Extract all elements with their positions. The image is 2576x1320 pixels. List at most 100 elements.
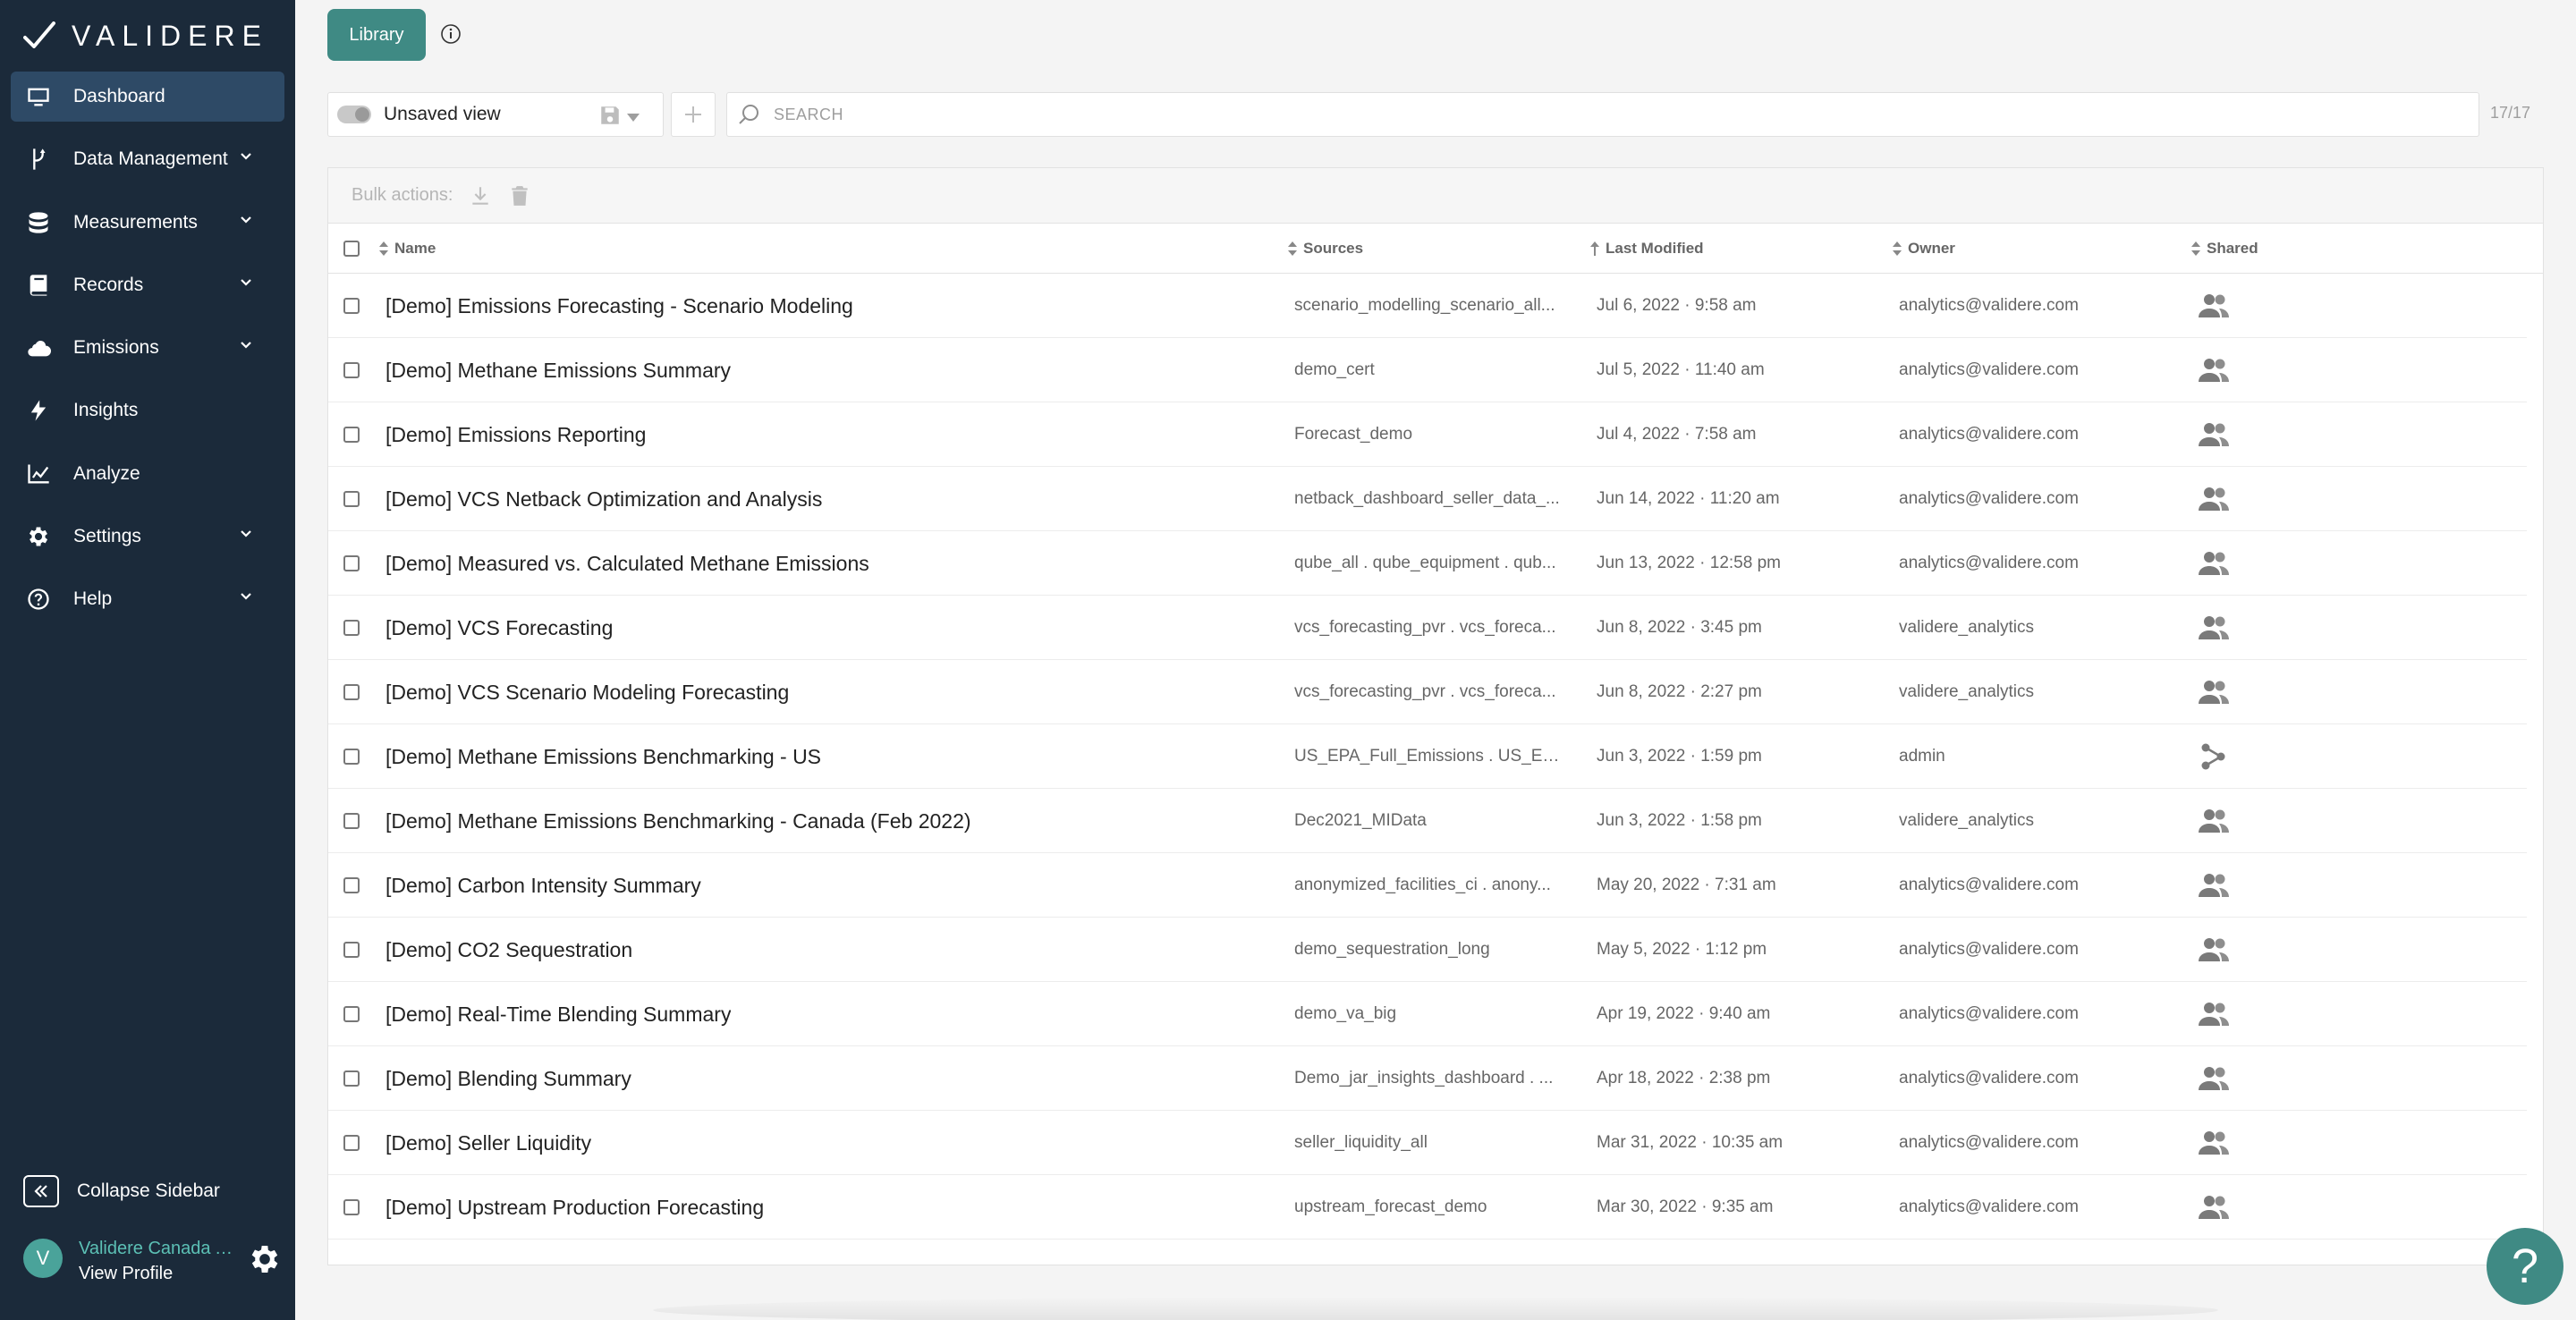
group-icon[interactable]: [2198, 1175, 2230, 1240]
view-profile-link[interactable]: View Profile: [79, 1264, 173, 1284]
help-fab-button[interactable]: ?: [2487, 1228, 2563, 1305]
group-icon[interactable]: [2198, 1111, 2230, 1175]
row-checkbox[interactable]: [343, 853, 360, 918]
row-name[interactable]: [Demo] Methane Emissions Benchmarking - …: [386, 724, 821, 789]
save-icon[interactable]: [598, 104, 622, 127]
group-icon[interactable]: [2198, 596, 2230, 660]
row-last-modified: Apr 19, 2022 · 9:40 am: [1597, 1004, 1771, 1023]
group-icon[interactable]: [2198, 853, 2230, 918]
row-checkbox[interactable]: [343, 402, 360, 467]
table-row[interactable]: [Demo] VCS Forecasting vcs_forecasting_pv…: [328, 596, 2527, 660]
table-row[interactable]: [Demo] Methane Emissions Summary demo_cer…: [328, 338, 2527, 402]
row-checkbox[interactable]: [343, 918, 360, 982]
row-name[interactable]: [Demo] Emissions Forecasting - Scenario …: [386, 274, 853, 338]
sidebar-item-help[interactable]: Help: [11, 574, 284, 624]
select-all-checkbox[interactable]: [343, 224, 360, 274]
view-toggle[interactable]: [337, 106, 371, 123]
column-header-owner[interactable]: Owner: [1892, 224, 1955, 274]
table-row[interactable]: [Demo] CO2 Sequestration demo_sequestrati…: [328, 918, 2527, 982]
row-name[interactable]: [Demo] Carbon Intensity Summary: [386, 853, 701, 918]
library-button[interactable]: Library: [327, 9, 426, 61]
group-icon[interactable]: [2198, 1046, 2230, 1111]
table-row[interactable]: [Demo] Methane Emissions Benchmarking - …: [328, 724, 2527, 789]
column-header-name[interactable]: Name: [378, 224, 436, 274]
chevron-down-icon[interactable]: [627, 111, 640, 122]
table-row[interactable]: [Demo] VCS Scenario Modeling Forecasting…: [328, 660, 2527, 724]
row-checkbox[interactable]: [343, 724, 360, 789]
row-checkbox[interactable]: [343, 596, 360, 660]
group-icon[interactable]: [2198, 338, 2230, 402]
group-icon[interactable]: [2198, 531, 2230, 596]
row-checkbox[interactable]: [343, 467, 360, 531]
sidebar-item-insights[interactable]: Insights: [11, 385, 284, 436]
row-checkbox[interactable]: [343, 1175, 360, 1240]
row-last-modified: Jun 3, 2022 · 1:59 pm: [1597, 747, 1762, 766]
info-icon[interactable]: [440, 23, 462, 45]
trash-icon[interactable]: [508, 184, 531, 207]
table-row[interactable]: [Demo] Seller Liquidity seller_liquidity_…: [328, 1111, 2527, 1175]
row-name[interactable]: [Demo] CO2 Sequestration: [386, 918, 632, 982]
search-input[interactable]: [774, 105, 2455, 124]
row-last-modified: Jun 8, 2022 · 2:27 pm: [1597, 682, 1762, 701]
row-sources: Demo_jar_insights_dashboard . ...: [1294, 1069, 1554, 1087]
group-icon[interactable]: [2198, 274, 2230, 338]
column-header-sources[interactable]: Sources: [1287, 224, 1363, 274]
search-bar[interactable]: [726, 92, 2479, 137]
sidebar-item-emissions[interactable]: Emissions: [11, 323, 284, 373]
row-last-modified: Jul 6, 2022 · 9:58 am: [1597, 296, 1757, 315]
row-checkbox[interactable]: [343, 789, 360, 853]
table-row[interactable]: [Demo] Emissions Reporting Forecast_demo J…: [328, 402, 2527, 467]
row-name[interactable]: [Demo] VCS Forecasting: [386, 596, 613, 660]
row-checkbox[interactable]: [343, 982, 360, 1046]
group-icon[interactable]: [2198, 982, 2230, 1046]
table-row[interactable]: [Demo] Upstream Production Forecasting up…: [328, 1175, 2527, 1240]
row-checkbox[interactable]: [343, 1111, 360, 1175]
row-name[interactable]: [Demo] Seller Liquidity: [386, 1111, 591, 1175]
row-sources: netback_dashboard_seller_data_...: [1294, 489, 1560, 508]
sidebar-item-analyze[interactable]: Analyze: [11, 449, 284, 499]
table-row[interactable]: [Demo] Emissions Forecasting - Scenario …: [328, 274, 2527, 338]
row-name[interactable]: [Demo] VCS Scenario Modeling Forecasting: [386, 660, 789, 724]
collapse-sidebar-button[interactable]: Collapse Sidebar: [23, 1175, 220, 1207]
share-icon[interactable]: [2198, 724, 2230, 789]
sidebar-item-data-management[interactable]: Data Management: [11, 134, 284, 184]
view-selector[interactable]: Unsaved view: [327, 92, 664, 137]
row-checkbox[interactable]: [343, 660, 360, 724]
table-row[interactable]: [Demo] Carbon Intensity Summary anonymize…: [328, 853, 2527, 918]
group-icon[interactable]: [2198, 789, 2230, 853]
row-name[interactable]: [Demo] Measured vs. Calculated Methane E…: [386, 531, 869, 596]
row-checkbox[interactable]: [343, 531, 360, 596]
table-row[interactable]: [Demo] VCS Netback Optimization and Anal…: [328, 467, 2527, 531]
avatar[interactable]: V: [23, 1239, 63, 1278]
download-icon[interactable]: [469, 184, 492, 207]
row-checkbox[interactable]: [343, 1046, 360, 1111]
profile-name[interactable]: Validere Canada A...: [79, 1239, 240, 1259]
sidebar-item-measurements[interactable]: Measurements: [11, 198, 284, 248]
table-row[interactable]: [Demo] Methane Emissions Benchmarking - …: [328, 789, 2527, 853]
column-header-shared[interactable]: Shared: [2190, 224, 2258, 274]
brand-logo[interactable]: VALIDERE: [23, 18, 268, 54]
sidebar-item-records[interactable]: Records: [11, 260, 284, 310]
group-icon[interactable]: [2198, 918, 2230, 982]
row-name[interactable]: [Demo] Upstream Production Forecasting: [386, 1175, 764, 1240]
table-row[interactable]: [Demo] Blending Summary Demo_jar_insights…: [328, 1046, 2527, 1111]
row-name[interactable]: [Demo] VCS Netback Optimization and Anal…: [386, 467, 822, 531]
table-row[interactable]: [Demo] Measured vs. Calculated Methane E…: [328, 531, 2527, 596]
group-icon[interactable]: [2198, 467, 2230, 531]
table-row[interactable]: [Demo] Real-Time Blending Summary demo_va…: [328, 982, 2527, 1046]
add-view-button[interactable]: [671, 92, 716, 137]
sidebar-item-settings[interactable]: Settings: [11, 512, 284, 562]
row-name[interactable]: [Demo] Methane Emissions Benchmarking - …: [386, 789, 971, 853]
row-checkbox[interactable]: [343, 274, 360, 338]
row-name[interactable]: [Demo] Real-Time Blending Summary: [386, 982, 731, 1046]
column-header-last-modified[interactable]: Last Modified: [1589, 224, 1704, 274]
chevron-down-icon: [240, 276, 252, 289]
row-name[interactable]: [Demo] Emissions Reporting: [386, 402, 646, 467]
row-checkbox[interactable]: [343, 338, 360, 402]
profile-gear-icon[interactable]: [247, 1241, 283, 1277]
row-name[interactable]: [Demo] Methane Emissions Summary: [386, 338, 731, 402]
row-name[interactable]: [Demo] Blending Summary: [386, 1046, 631, 1111]
group-icon[interactable]: [2198, 402, 2230, 467]
group-icon[interactable]: [2198, 660, 2230, 724]
sidebar-item-dashboard[interactable]: Dashboard: [11, 72, 284, 122]
